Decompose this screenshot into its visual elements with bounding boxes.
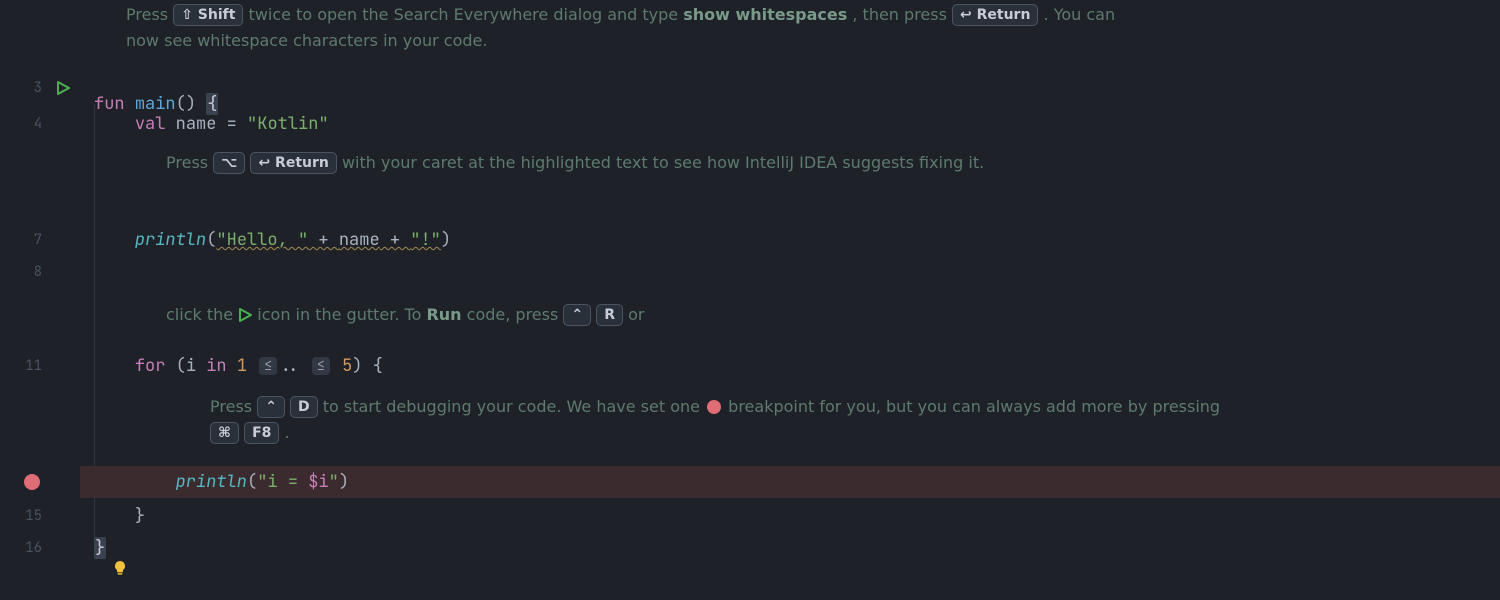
range-hint-icon: ≤ xyxy=(312,357,330,375)
code-line-15[interactable]: } xyxy=(80,500,1500,532)
hint-bold: show whitespaces xyxy=(683,5,847,24)
hint-text: code, press xyxy=(467,305,564,324)
line-number: 3 xyxy=(34,79,42,97)
gutter-line-11[interactable]: 11 xyxy=(0,350,80,382)
kbd-ctrl: ⌃ xyxy=(257,396,285,418)
code-area[interactable]: Press ⇧ Shift twice to open the Search E… xyxy=(80,0,1500,600)
hint-text: click the xyxy=(166,305,238,324)
gutter-line-4[interactable]: 4 xyxy=(0,108,80,140)
hint-text: breakpoint for you, but you can always a… xyxy=(728,397,1220,416)
breakpoint-icon xyxy=(707,400,721,414)
line-number: 8 xyxy=(34,263,42,281)
hint-text: with your caret at the highlighted text … xyxy=(342,153,984,172)
hint-text: Press xyxy=(126,5,173,24)
hint-text: Press xyxy=(210,397,257,416)
line-number: 15 xyxy=(25,507,42,525)
lightbulb-icon[interactable] xyxy=(112,560,128,576)
hint-text: . xyxy=(285,423,290,442)
hint-text: twice to open the Search Everywhere dial… xyxy=(249,5,684,24)
kbd-ctrl: ⌃ xyxy=(563,304,591,326)
gutter-line-7[interactable]: 7 xyxy=(0,224,80,256)
line-number: 7 xyxy=(34,231,42,249)
hint-text: , then press xyxy=(852,5,952,24)
kbd-f8: F8 xyxy=(244,422,279,444)
kbd-cmd: ⌘ xyxy=(210,422,239,444)
hint-text: icon in the gutter. To xyxy=(257,305,426,324)
line-number: 11 xyxy=(25,357,42,375)
kbd-r: R xyxy=(596,304,623,326)
hint-block-whitespace: Press ⇧ Shift twice to open the Search E… xyxy=(80,0,1500,64)
hint-text: Press xyxy=(166,153,213,172)
line-number: 4 xyxy=(34,115,42,133)
run-icon[interactable] xyxy=(56,81,70,95)
gutter-line-3[interactable]: 3 xyxy=(0,72,80,104)
code-line-3[interactable]: fun main() { xyxy=(80,72,1500,104)
hint-text: or xyxy=(628,305,644,324)
code-line-14[interactable]: println("i = $i") xyxy=(80,466,1500,498)
code-line-11[interactable]: for (i in 1 ≤.. ≤ 5) { xyxy=(80,350,1500,382)
gutter-line-14[interactable] xyxy=(0,466,80,498)
code-editor: 3 4 7 8 11 15 16 Press ⇧ Shift twice to … xyxy=(0,0,1500,600)
kbd-shift: ⇧ Shift xyxy=(173,4,243,26)
kbd-d: D xyxy=(290,396,318,418)
gutter-line-8[interactable]: 8 xyxy=(0,256,80,288)
gutter-line-16[interactable]: 16 xyxy=(0,532,80,564)
line-number: 16 xyxy=(25,539,42,557)
hint-block-fix: Press ⌥ ↩ Return with your caret at the … xyxy=(80,148,1500,210)
range-hint-icon: ≤ xyxy=(259,357,277,375)
breakpoint-icon[interactable] xyxy=(24,474,40,490)
code-line-8[interactable] xyxy=(80,256,1500,288)
kbd-return: ↩ Return xyxy=(952,4,1038,26)
hint-bold: Run xyxy=(426,305,461,324)
kbd-return: ↩ Return xyxy=(250,152,336,174)
kbd-option: ⌥ xyxy=(213,152,245,174)
code-line-16[interactable]: } xyxy=(80,532,1500,564)
code-line-4[interactable]: val name = "Kotlin" xyxy=(80,108,1500,140)
run-icon xyxy=(238,305,257,324)
gutter[interactable]: 3 4 7 8 11 15 16 xyxy=(0,0,80,600)
code-line-7[interactable]: println("Hello, " + name + "!") xyxy=(80,224,1500,256)
hint-text: to start debugging your code. We have se… xyxy=(323,397,705,416)
gutter-line-15[interactable]: 15 xyxy=(0,500,80,532)
hint-block-run: click the icon in the gutter. To Run cod… xyxy=(80,300,1500,340)
hint-block-debug: Press ⌃ D to start debugging your code. … xyxy=(80,392,1500,454)
